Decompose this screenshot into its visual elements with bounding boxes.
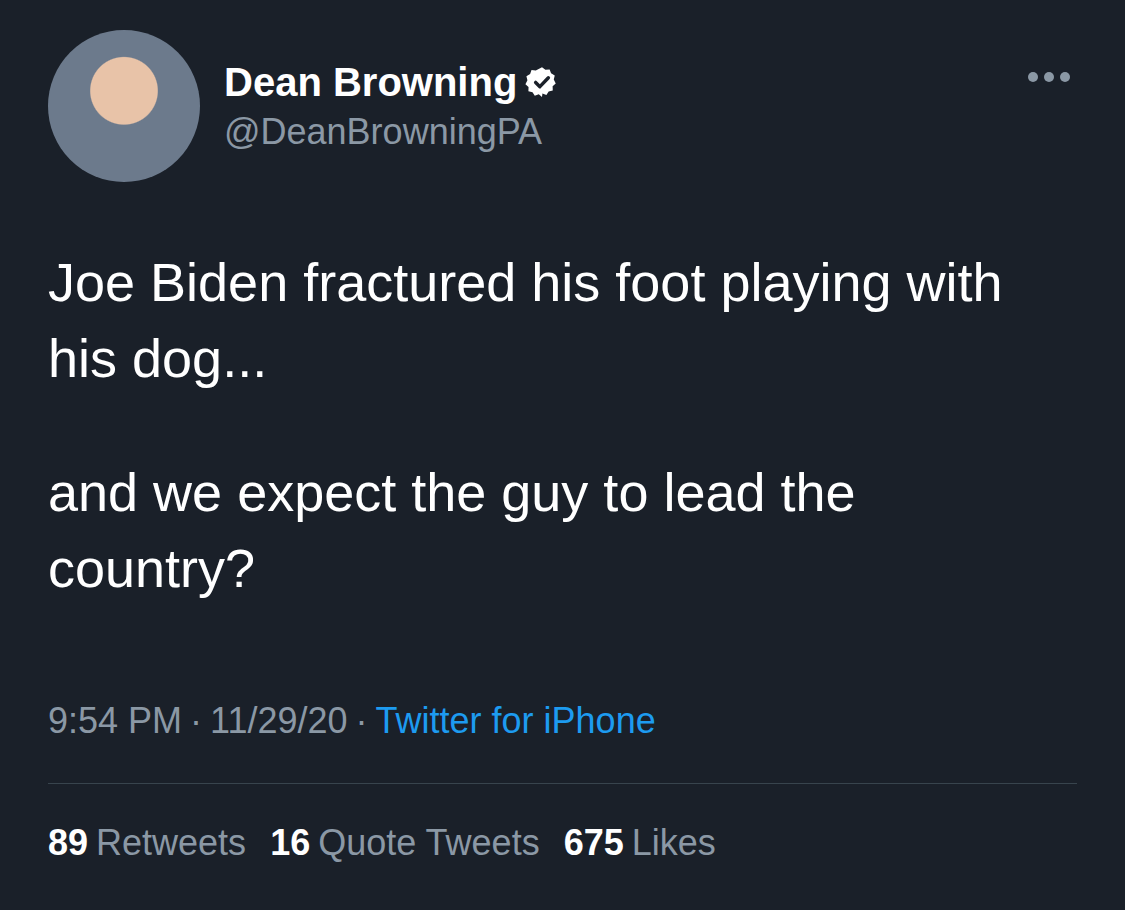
verified-icon — [525, 65, 559, 99]
stat-label: Quote Tweets — [318, 820, 539, 865]
divider — [48, 783, 1077, 784]
tweet-text: Joe Biden fractured his foot playing wit… — [48, 244, 1077, 606]
tweet-time[interactable]: 9:54 PM — [48, 698, 182, 743]
author-name[interactable]: Dean Browning — [224, 58, 517, 106]
tweet: Dean Browning@DeanBrowningPA Joe Biden fr… — [0, 0, 1125, 910]
stat-item[interactable]: 675Likes — [564, 820, 716, 865]
author-block: Dean Browning@DeanBrowningPA — [224, 30, 1027, 182]
tweet-source[interactable]: Twitter for iPhone — [376, 698, 656, 743]
tweet-stats: 89Retweets 16Quote Tweets 675Likes — [48, 784, 1077, 865]
stat-item[interactable]: 16Quote Tweets — [270, 820, 540, 865]
tweet-date[interactable]: 11/29/20 — [210, 698, 347, 743]
stat-item[interactable]: 89Retweets — [48, 820, 246, 865]
tweet-paragraph: Joe Biden fractured his foot playing wit… — [48, 244, 1077, 396]
separator: · — [190, 698, 202, 743]
separator: · — [356, 698, 368, 743]
stat-count: 16 — [270, 820, 310, 865]
name-row: Dean Browning — [224, 58, 1027, 106]
author-handle[interactable]: @DeanBrowningPA — [224, 110, 1027, 153]
tweet-header: Dean Browning@DeanBrowningPA — [48, 30, 1077, 182]
stat-count: 675 — [564, 820, 624, 865]
stat-count: 89 — [48, 820, 88, 865]
stat-label: Likes — [632, 820, 716, 865]
tweet-paragraph: and we expect the guy to lead the countr… — [48, 454, 1077, 606]
stat-label: Retweets — [96, 820, 246, 865]
avatar-photo[interactable] — [48, 30, 200, 182]
more-icon[interactable] — [1027, 70, 1071, 84]
tweet-meta: 9:54 PM·11/29/20·Twitter for iPhone — [48, 698, 1077, 743]
